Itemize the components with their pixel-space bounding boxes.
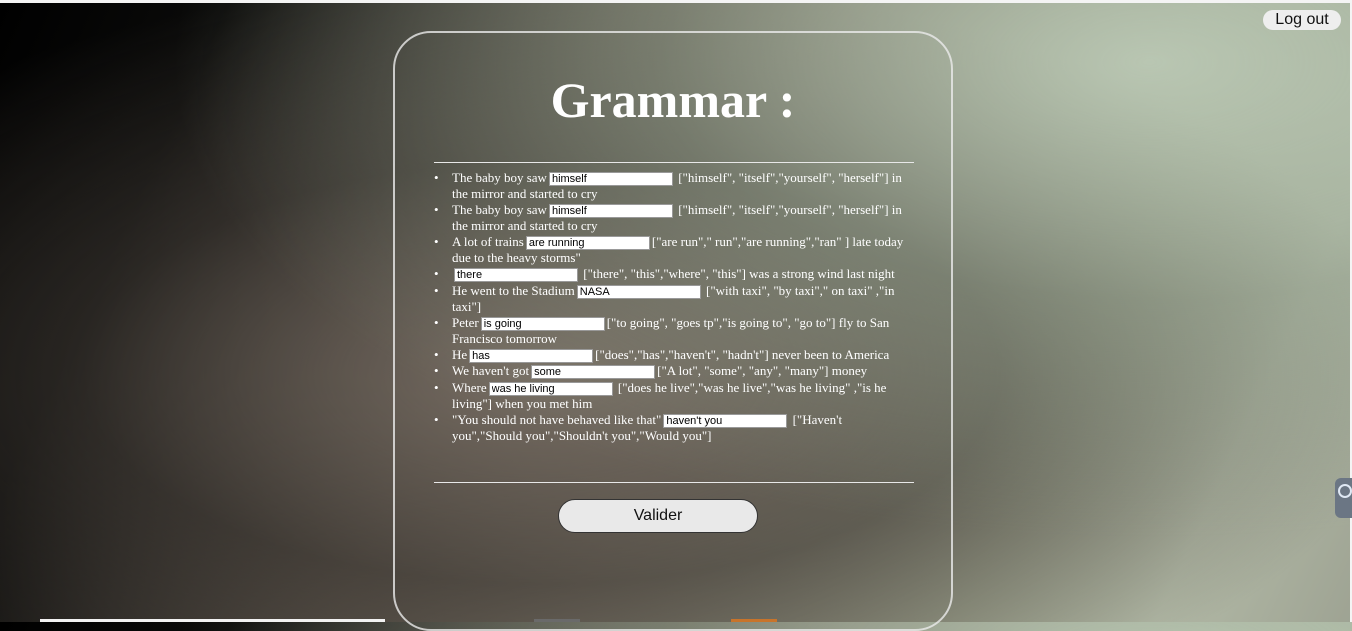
question-item: ["there", "this","where", "this"] was a …	[434, 266, 914, 283]
question-before: The baby boy saw	[452, 170, 547, 185]
question-before: He	[452, 346, 468, 362]
minus-circle-icon	[1338, 484, 1352, 498]
question-after: ["does","has","haven't", "hadn't"] never…	[595, 346, 890, 362]
bottom-divider	[434, 482, 914, 483]
bullet-icon	[434, 412, 452, 428]
bullet-icon	[434, 266, 452, 282]
side-widget-tab[interactable]	[1335, 478, 1352, 518]
answer-input[interactable]	[454, 268, 578, 283]
question-item: A lot of trains["are run"," run","are ru…	[434, 234, 914, 266]
question-after: ["there", "this","where", "this"] was a …	[583, 266, 895, 282]
bullet-icon	[434, 363, 452, 379]
bullet-icon	[434, 202, 452, 218]
question-before: Peter	[452, 314, 479, 330]
question-item: "You should not have behaved like that" …	[434, 412, 914, 444]
question-list: The baby boy saw ["himself", "itself","y…	[434, 170, 914, 444]
answer-input[interactable]	[576, 284, 701, 299]
question-before: We haven't got	[452, 363, 530, 379]
question-before: Where	[452, 379, 487, 395]
answer-input[interactable]	[663, 413, 788, 428]
question-item: We haven't got ["A lot", "some", "any", "…	[434, 363, 914, 380]
top-border	[0, 0, 1352, 3]
question-item: The baby boy saw ["himself", "itself","y…	[434, 170, 914, 202]
bullet-icon	[434, 315, 452, 331]
question-item: The baby boy saw ["himself", "itself","y…	[434, 202, 914, 234]
answer-input[interactable]	[548, 204, 673, 219]
answer-input[interactable]	[548, 172, 673, 187]
question-before: The baby boy saw	[452, 202, 547, 218]
bullet-icon	[434, 283, 452, 299]
question-before: A lot of trains	[452, 234, 524, 250]
logout-button[interactable]: Log out	[1263, 10, 1341, 30]
question-item: Where ["does he live","was he live","was…	[434, 380, 914, 412]
question-before: He went to the Stadium	[452, 282, 575, 298]
submit-button[interactable]: Valider	[558, 499, 758, 533]
answer-input[interactable]	[488, 381, 613, 396]
bullet-icon	[434, 380, 452, 396]
bullet-icon	[434, 347, 452, 363]
bullet-icon	[434, 234, 452, 250]
question-before: "You should not have behaved like that"	[452, 411, 662, 427]
question-after: ["A lot", "some", "any", "many"] money	[657, 363, 868, 379]
bullet-icon	[434, 170, 452, 186]
answer-input[interactable]	[525, 236, 650, 251]
question-item: He ["does","has","haven't", "hadn't"] nev…	[434, 347, 914, 363]
page-title: Grammar :	[550, 72, 796, 128]
question-item: He went to the Stadium ["with taxi", "by…	[434, 283, 914, 315]
answer-input[interactable]	[480, 316, 605, 331]
answer-input[interactable]	[469, 348, 594, 363]
answer-input[interactable]	[531, 365, 656, 380]
question-item: Peter["to going", "goes tp","is going to…	[434, 315, 914, 347]
top-divider	[434, 162, 914, 163]
